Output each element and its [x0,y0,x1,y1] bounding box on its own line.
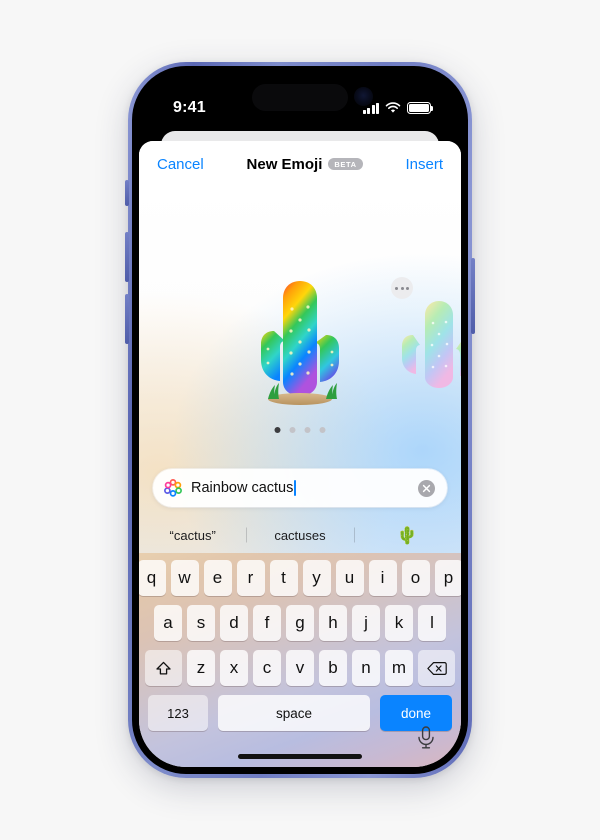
cancel-button[interactable]: Cancel [157,156,204,173]
keyboard-row-3: z x c v b n m [142,650,458,686]
key-o[interactable]: o [401,560,430,596]
suggestion-emoji[interactable]: 🌵 [354,527,461,544]
volume-down-button[interactable] [125,294,129,344]
new-emoji-sheet: Cancel New Emoji BETA Insert Rainbow cac… [139,141,461,767]
emoji-prompt-input[interactable]: Rainbow cactus [153,469,447,507]
page-dot[interactable] [289,427,296,433]
power-button[interactable] [471,258,475,334]
prompt-value: Rainbow cactus [191,480,294,496]
suggestion-literal[interactable]: “cactus” [139,529,246,542]
backspace-icon [426,661,447,675]
rainbow-cactus-emoji[interactable] [234,273,366,411]
autocorrect-suggestion-bar: “cactus” cactuses 🌵 [139,517,461,553]
key-m[interactable]: m [385,650,413,686]
page-dot[interactable] [304,427,311,433]
key-p[interactable]: p [434,560,461,596]
apple-intelligence-icon [164,479,182,497]
page-dot[interactable] [274,427,281,433]
key-i[interactable]: i [368,560,397,596]
battery-icon [407,102,434,114]
text-caret [294,480,297,496]
shift-key[interactable] [145,650,182,686]
shift-arrow-icon [156,661,171,675]
volume-up-button[interactable] [125,232,129,282]
key-g[interactable]: g [286,605,314,641]
wifi-icon [385,102,401,113]
key-h[interactable]: h [319,605,347,641]
sheet-title-group: New Emoji BETA [247,156,363,173]
key-y[interactable]: y [302,560,331,596]
screenshot-stage: 9:41 Cancel New Emoji BETA Insert Rainbo… [0,0,600,840]
emoji-preview-canvas: Rainbow cactus “cactus” cactuses 🌵 [139,187,461,553]
emoji-carousel[interactable] [139,273,461,411]
sheet-navbar: Cancel New Emoji BETA Insert [139,141,461,187]
pastel-rainbow-cactus-emoji[interactable] [393,295,461,395]
key-x[interactable]: x [220,650,248,686]
key-w[interactable]: w [170,560,199,596]
key-k[interactable]: k [385,605,413,641]
key-n[interactable]: n [352,650,380,686]
key-a[interactable]: a [154,605,182,641]
prompt-field-container: Rainbow cactus [153,469,447,507]
iphone-device-frame: 9:41 Cancel New Emoji BETA Insert Rainbo… [125,62,475,778]
key-c[interactable]: c [253,650,281,686]
backspace-key[interactable] [418,650,455,686]
key-r[interactable]: r [236,560,265,596]
front-camera [354,87,373,106]
key-l[interactable]: l [418,605,446,641]
key-f[interactable]: f [253,605,281,641]
key-s[interactable]: s [187,605,215,641]
keyboard-row-1: q w e r t y u i o p [139,560,461,596]
dynamic-island [252,84,348,111]
insert-button[interactable]: Insert [405,156,443,173]
page-title: New Emoji [246,155,323,173]
key-d[interactable]: d [220,605,248,641]
prompt-text-wrapper: Rainbow cactus [191,480,410,496]
home-indicator[interactable] [238,754,362,759]
status-bar-time: 9:41 [173,99,206,116]
keyboard-row-2: a s d f g h j k l [142,605,458,641]
key-q[interactable]: q [139,560,166,596]
page-dot[interactable] [319,427,326,433]
device-screen: 9:41 Cancel New Emoji BETA Insert Rainbo… [139,73,461,767]
microphone-icon[interactable] [415,725,437,751]
page-indicator-dots[interactable] [274,427,326,433]
key-t[interactable]: t [269,560,298,596]
suggestion-word[interactable]: cactuses [246,529,353,542]
key-b[interactable]: b [319,650,347,686]
action-button[interactable] [125,180,129,206]
clear-text-icon[interactable] [418,479,435,497]
beta-badge: BETA [328,158,363,170]
virtual-keyboard: q w e r t y u i o p a s d f g h j k l z … [139,553,461,767]
key-j[interactable]: j [352,605,380,641]
key-u[interactable]: u [335,560,364,596]
keyboard-bottom-bar [139,721,461,767]
key-e[interactable]: e [203,560,232,596]
status-bar-indicators [362,102,434,114]
key-v[interactable]: v [286,650,314,686]
key-z[interactable]: z [187,650,215,686]
device-bezel: 9:41 Cancel New Emoji BETA Insert Rainbo… [132,66,468,774]
